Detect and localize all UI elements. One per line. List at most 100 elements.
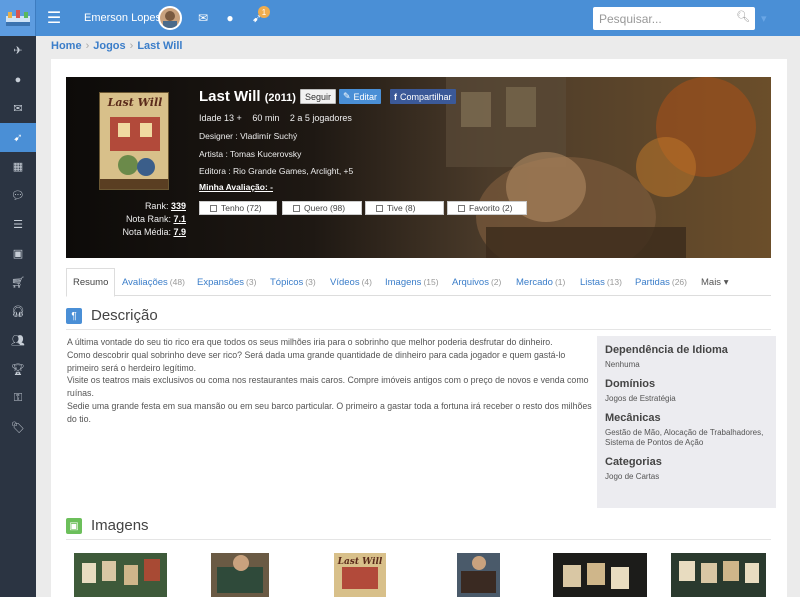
image-thumb-6[interactable]	[671, 553, 766, 597]
my-rating-link[interactable]: Minha Avaliação: -	[199, 182, 273, 192]
edit-label: Editar	[353, 91, 378, 102]
tab-topicos[interactable]: Tópicos (3)	[264, 268, 322, 296]
globe-icon[interactable]: ●	[221, 9, 239, 27]
tab-expansoes[interactable]: Expansões (3)	[191, 268, 262, 296]
top-navbar: ☰ Emerson Lopes ✉ ● ➹ 1 🔍︎ ▾	[0, 0, 800, 36]
image-thumb-4[interactable]	[457, 553, 500, 597]
sidebar-item-keys[interactable]: ⚿	[0, 384, 36, 413]
follow-button[interactable]: Seguir	[300, 89, 337, 104]
tag-icon: 🏷︎	[11, 422, 25, 434]
tab-count: (4)	[361, 277, 372, 287]
user-name[interactable]: Emerson Lopes	[84, 12, 161, 24]
sidebar-item-trophies[interactable]: 🏆︎	[0, 355, 36, 384]
mechanics-value[interactable]: Gestão de Mão, Alocação de Trabalhadores…	[605, 428, 768, 448]
sidebar-item-groups[interactable]: 👥︎	[0, 326, 36, 355]
domains-heading: Domínios	[605, 378, 656, 390]
avg-note-value[interactable]: 7.9	[173, 227, 186, 237]
publisher-text[interactable]: Editora : Rio Grande Games, Arclight, +5	[199, 166, 353, 176]
tab-label: Mais ▾	[701, 276, 729, 288]
status-want-button[interactable]: Quero (98)	[282, 201, 362, 215]
tab-count: (26)	[671, 277, 687, 287]
description-paragraph: Como descobrir qual sobrinho deve ser ri…	[67, 349, 566, 373]
designer-text[interactable]: Designer : Vladimír Suchý	[199, 131, 297, 141]
avatar[interactable]	[158, 6, 182, 30]
rank-note-label: Nota Rank:	[125, 214, 171, 224]
image-icon: ▣	[12, 248, 24, 260]
image-thumb-2[interactable]	[211, 553, 269, 597]
tab-videos[interactable]: Vídeos (4)	[324, 268, 378, 296]
image-thumb-3[interactable]: Last Will	[334, 553, 386, 597]
castle-logo-icon	[6, 10, 30, 26]
site-logo[interactable]	[0, 0, 36, 36]
chevron-down-icon[interactable]: ▾	[761, 12, 767, 25]
breadcrumb-current[interactable]: Last Will	[137, 40, 182, 52]
share-button[interactable]: f Compartilhar	[390, 89, 456, 104]
status-own-button[interactable]: Tenho (72)	[199, 201, 277, 215]
breadcrumb-separator: ›	[129, 40, 134, 52]
game-hero: Last Will Rank: 339 Nota Rank: 7.1 Nota …	[66, 77, 771, 258]
sidebar: ✈ ● ✉ ➹ ▦ 💬︎ ☰ ▣ 🛒︎ 🎧︎ 👥︎ 🏆︎ ⚿ 🏷︎	[0, 36, 36, 597]
tab-resumo[interactable]: Resumo	[66, 268, 116, 297]
game-box-cover[interactable]: Last Will	[99, 92, 169, 190]
tab-label: Partidas	[635, 276, 670, 288]
tab-count: (48)	[169, 277, 185, 287]
share-label: Compartilhar	[400, 91, 452, 102]
tab-count: (3)	[246, 277, 257, 287]
tab-count: (3)	[305, 277, 316, 287]
tab-listas[interactable]: Listas (13)	[574, 268, 628, 296]
my-rating-text: Minha Avaliação: -	[199, 182, 273, 192]
sidebar-item-support[interactable]: 🎧︎	[0, 297, 36, 326]
game-info-box: Dependência de Idioma Nenhuma Domínios J…	[597, 336, 776, 508]
mechanics-heading: Mecânicas	[605, 412, 661, 424]
search-input[interactable]	[599, 10, 729, 27]
divider	[66, 539, 771, 540]
plane-icon: ✈	[13, 45, 23, 57]
sidebar-item-grid[interactable]: ▦	[0, 152, 36, 181]
edit-icon: ✎	[343, 91, 351, 101]
tab-arquivos[interactable]: Arquivos (2)	[446, 268, 507, 296]
sidebar-item-flights[interactable]: ✈	[0, 36, 36, 65]
tab-avaliacoes[interactable]: Avaliações (48)	[116, 268, 191, 296]
sidebar-item-lists[interactable]: ☰	[0, 210, 36, 239]
edit-button[interactable]: ✎ Editar	[339, 89, 382, 104]
status-had-button[interactable]: Tive (8)	[365, 201, 444, 215]
sidebar-item-forum[interactable]: 💬︎	[0, 181, 36, 210]
tab-partidas[interactable]: Partidas (26)	[629, 268, 693, 296]
status-favorite-button[interactable]: Favorito (2)	[447, 201, 527, 215]
sidebar-item-profile[interactable]: ●	[0, 65, 36, 94]
domains-value[interactable]: Jogos de Estratégia	[605, 394, 768, 404]
rank-value[interactable]: 339	[171, 201, 186, 211]
menu-toggle-button[interactable]: ☰	[36, 0, 72, 36]
breadcrumb-home[interactable]: Home	[51, 40, 82, 52]
status-want-label: Quero (98)	[304, 203, 346, 213]
sidebar-item-games[interactable]: ➹	[0, 123, 36, 152]
breadcrumb-games[interactable]: Jogos	[93, 40, 125, 52]
sidebar-item-tags[interactable]: 🏷︎	[0, 413, 36, 442]
rank-note-value[interactable]: 7.1	[173, 214, 186, 224]
image-thumb-5[interactable]	[553, 553, 647, 597]
language-heading: Dependência de Idioma	[605, 344, 728, 356]
image-thumb-1[interactable]	[74, 553, 167, 597]
tab-label: Listas	[580, 276, 605, 288]
tab-label: Tópicos	[270, 276, 304, 288]
divider	[66, 329, 771, 330]
sidebar-item-images[interactable]: ▣	[0, 239, 36, 268]
list-icon: ☰	[13, 219, 23, 231]
rocket-icon: ➹	[13, 132, 23, 144]
tab-mercado[interactable]: Mercado (1)	[510, 268, 571, 296]
sidebar-item-messages[interactable]: ✉	[0, 94, 36, 123]
artist-text[interactable]: Artista : Tomas Kucerovsky	[199, 149, 301, 159]
tab-imagens[interactable]: Imagens (15)	[379, 268, 445, 296]
envelope-icon[interactable]: ✉	[194, 9, 212, 27]
grid-icon: ▦	[12, 161, 24, 173]
tab-more-dropdown[interactable]: Mais ▾	[695, 268, 734, 296]
rank-label: Rank:	[144, 201, 169, 211]
players-text: 2 a 5 jogadores	[289, 113, 352, 123]
sidebar-item-market[interactable]: 🛒︎	[0, 268, 36, 297]
tab-label: Arquivos	[452, 276, 489, 288]
user-icon: ●	[14, 73, 22, 86]
categories-value[interactable]: Jogo de Cartas	[605, 472, 768, 482]
comments-icon: 💬︎	[11, 190, 25, 202]
search-icon[interactable]: 🔍︎	[736, 10, 750, 23]
headset-icon: 🎧︎	[11, 306, 25, 318]
